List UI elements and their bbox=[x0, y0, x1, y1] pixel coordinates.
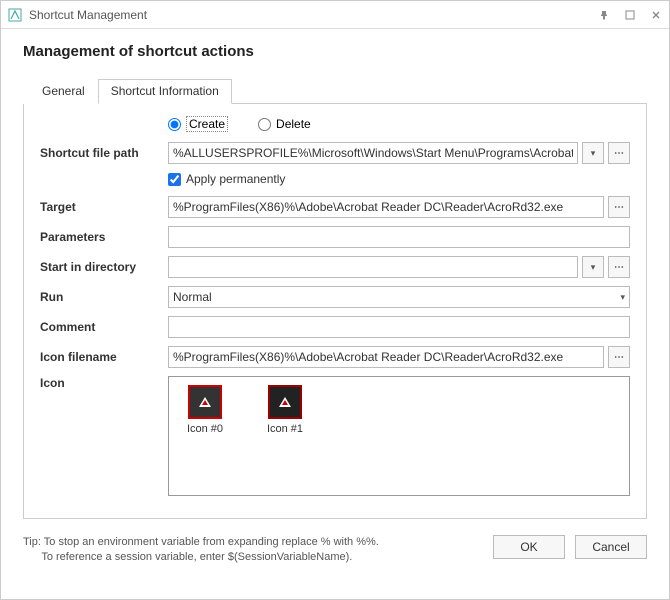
cancel-button[interactable]: Cancel bbox=[575, 535, 647, 559]
window-title: Shortcut Management bbox=[29, 8, 597, 22]
adobe-icon bbox=[188, 385, 222, 419]
chevron-down-icon: ▾ bbox=[620, 292, 625, 303]
input-target[interactable] bbox=[168, 196, 604, 218]
dropdown-start-directory[interactable] bbox=[582, 256, 604, 278]
checkbox-apply-input[interactable] bbox=[168, 173, 181, 186]
icon-option-1-label: Icon #1 bbox=[257, 423, 313, 435]
label-start-directory: Start in directory bbox=[40, 260, 168, 274]
icon-option-0-label: Icon #0 bbox=[177, 423, 233, 435]
label-shortcut-path: Shortcut file path bbox=[40, 146, 168, 160]
page-heading: Management of shortcut actions bbox=[23, 43, 647, 60]
ok-button[interactable]: OK bbox=[493, 535, 565, 559]
label-icon-filename: Icon filename bbox=[40, 350, 168, 364]
label-run: Run bbox=[40, 290, 168, 304]
radio-delete-label: Delete bbox=[276, 117, 311, 131]
radio-create[interactable]: Create bbox=[168, 116, 228, 132]
label-target: Target bbox=[40, 200, 168, 214]
input-comment[interactable] bbox=[168, 316, 630, 338]
dropdown-shortcut-path[interactable] bbox=[582, 142, 604, 164]
input-parameters[interactable] bbox=[168, 226, 630, 248]
browse-icon-filename[interactable] bbox=[608, 346, 630, 368]
titlebar: Shortcut Management bbox=[1, 1, 669, 29]
pin-icon[interactable] bbox=[597, 8, 611, 22]
icon-option-0[interactable]: Icon #0 bbox=[177, 385, 233, 435]
browse-start-directory[interactable] bbox=[608, 256, 630, 278]
label-parameters: Parameters bbox=[40, 230, 168, 244]
browse-shortcut-path[interactable] bbox=[608, 142, 630, 164]
label-comment: Comment bbox=[40, 320, 168, 334]
app-icon bbox=[7, 7, 23, 23]
icon-picker: Icon #0 Icon #1 bbox=[168, 376, 630, 496]
input-shortcut-path[interactable] bbox=[168, 142, 578, 164]
tip-text: Tip: To stop an environment variable fro… bbox=[23, 535, 493, 566]
input-icon-filename[interactable] bbox=[168, 346, 604, 368]
tab-bar: General Shortcut Information bbox=[29, 78, 647, 104]
radio-delete-input[interactable] bbox=[258, 118, 271, 131]
radio-create-input[interactable] bbox=[168, 118, 181, 131]
select-run-value: Normal bbox=[173, 290, 620, 304]
adobe-icon bbox=[268, 385, 302, 419]
checkbox-apply-label: Apply permanently bbox=[186, 172, 285, 186]
radio-delete[interactable]: Delete bbox=[258, 117, 311, 131]
tip-line-2: To reference a session variable, enter $… bbox=[41, 551, 352, 563]
tab-shortcut-information[interactable]: Shortcut Information bbox=[98, 79, 232, 104]
browse-target[interactable] bbox=[608, 196, 630, 218]
checkbox-apply-permanently[interactable]: Apply permanently bbox=[168, 172, 630, 186]
close-icon[interactable] bbox=[649, 8, 663, 22]
maximize-icon[interactable] bbox=[623, 8, 637, 22]
input-start-directory[interactable] bbox=[168, 256, 578, 278]
tab-general[interactable]: General bbox=[29, 79, 98, 104]
label-icon: Icon bbox=[40, 376, 168, 390]
radio-create-label: Create bbox=[186, 116, 228, 132]
select-run[interactable]: Normal ▾ bbox=[168, 286, 630, 308]
tab-panel: Create Delete Shortcut file path Apply p… bbox=[23, 104, 647, 519]
icon-option-1[interactable]: Icon #1 bbox=[257, 385, 313, 435]
tip-line-1: Tip: To stop an environment variable fro… bbox=[23, 536, 379, 548]
